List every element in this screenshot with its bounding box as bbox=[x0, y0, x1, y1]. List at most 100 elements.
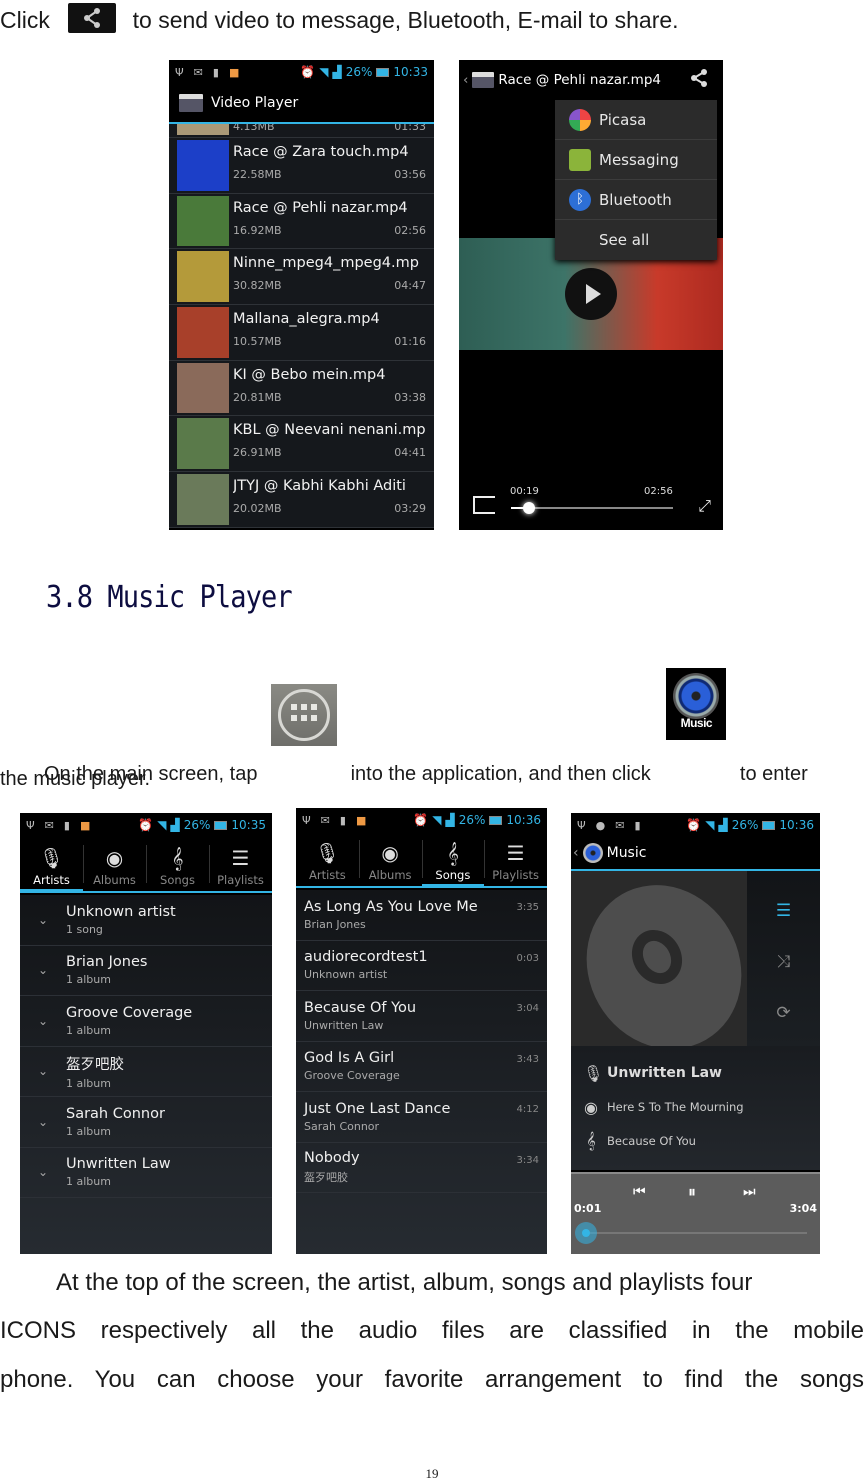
closing-line-1: At the top of the screen, the artist, al… bbox=[56, 1269, 753, 1296]
share-option-picasa[interactable]: Picasa bbox=[555, 100, 717, 140]
sd-icon: ▮ bbox=[63, 818, 70, 832]
shuffle-icon[interactable]: ⤨ bbox=[777, 952, 791, 972]
video-size: 20.02MB bbox=[233, 502, 282, 516]
song-list-item[interactable]: As Long As You Love Me Brian Jones 3:35 bbox=[296, 890, 547, 941]
messaging-icon bbox=[569, 148, 591, 171]
pip-icon[interactable] bbox=[473, 496, 495, 514]
section-heading: 3.8 Music Player bbox=[46, 580, 293, 615]
gallery-icon: ■ bbox=[79, 818, 91, 832]
artist-list-item[interactable]: ⌄ Groove Coverage 1 album bbox=[20, 996, 272, 1047]
tab-playlists[interactable]: ☰ Playlists bbox=[209, 837, 272, 891]
fullscreen-icon[interactable]: ⤢ bbox=[698, 496, 711, 516]
treble-clef-icon: 𝄞 bbox=[446, 841, 459, 865]
intro-click-word: Click bbox=[0, 7, 50, 33]
video-list-item[interactable]: Mallana_alegra.mp4 10.57MB 01:16 bbox=[169, 305, 434, 361]
album-art bbox=[571, 871, 747, 1046]
tab-artists[interactable]: 🎙 Artists bbox=[296, 832, 359, 886]
tab-playlists[interactable]: ☰ Playlists bbox=[484, 832, 547, 886]
chevron-down-icon[interactable]: ⌄ bbox=[20, 1115, 66, 1129]
share-icon[interactable] bbox=[689, 68, 709, 92]
chevron-down-icon[interactable]: ⌄ bbox=[20, 1064, 66, 1078]
back-icon[interactable]: ‹ bbox=[463, 72, 468, 88]
songs-screenshot: Ψ ✉ ▮ ■ ⏰ ◥ ▟ 26% 10:36 🎙 Artists ◉ Albums 𝄞 Songs ☰ P… bbox=[296, 808, 547, 1254]
video-item-partial[interactable]: 4.13MB 01:33 bbox=[169, 124, 434, 138]
tab-artists[interactable]: 🎙 Artists bbox=[20, 837, 83, 893]
repeat-icon[interactable]: ⟳ bbox=[776, 1003, 790, 1023]
chevron-down-icon[interactable]: ⌄ bbox=[20, 1014, 66, 1028]
chevron-down-icon[interactable]: ⌄ bbox=[20, 963, 66, 977]
video-duration: 02:56 bbox=[394, 223, 426, 237]
tab-label: Artists bbox=[308, 868, 346, 882]
mail-icon: ✉ bbox=[615, 818, 625, 832]
video-list-item[interactable]: KI @ Bebo mein.mp4 20.81MB 03:38 bbox=[169, 360, 434, 417]
song-list-item[interactable]: Nobody 盔歹吧胶 3:34 bbox=[296, 1143, 547, 1193]
artist-list-item[interactable]: ⌄ Brian Jones 1 album bbox=[20, 946, 272, 996]
playlist-icon[interactable]: ☰ bbox=[776, 901, 791, 921]
play-button[interactable] bbox=[565, 268, 617, 320]
artist-list-item[interactable]: ⌄ Unknown artist 1 song bbox=[20, 895, 272, 946]
artist-list-item[interactable]: ⌄ Unwritten Law 1 album bbox=[20, 1148, 272, 1198]
share-menu: Picasa Messaging ᛒ Bluetooth See all bbox=[555, 100, 717, 260]
video-share-screenshot: ‹ Race @ Pehli nazar.mp4 Picasa Messagin… bbox=[459, 60, 723, 530]
chevron-down-icon[interactable]: ⌄ bbox=[20, 1165, 66, 1179]
mail-icon: ✉ bbox=[44, 818, 54, 832]
tab-albums[interactable]: ◉ Albums bbox=[358, 832, 422, 886]
tab-songs[interactable]: 𝄞 Songs bbox=[146, 837, 209, 891]
video-size: 30.82MB bbox=[233, 279, 282, 293]
video-size: 16.92MB bbox=[233, 223, 282, 237]
seek-bar[interactable] bbox=[575, 1222, 807, 1244]
share-icon bbox=[68, 2, 117, 33]
pause-icon[interactable]: ⏸ bbox=[688, 1182, 696, 1202]
artist-name: Groove Coverage bbox=[66, 1004, 193, 1021]
song-list-item[interactable]: God Is A Girl Groove Coverage 3:43 bbox=[296, 1042, 547, 1092]
chevron-down-icon[interactable]: ⌄ bbox=[20, 913, 66, 927]
back-icon[interactable]: ‹ bbox=[573, 845, 579, 861]
artist-name: Unwritten Law bbox=[66, 1156, 171, 1173]
video-thumbnail bbox=[177, 418, 229, 470]
tab-albums[interactable]: ◉ Albums bbox=[83, 837, 146, 891]
signal-icon: ▟ bbox=[170, 818, 180, 832]
song-list-item[interactable]: Just One Last Dance Sarah Connor 4:12 bbox=[296, 1092, 547, 1143]
alarm-icon: ⏰ bbox=[300, 65, 316, 79]
microphone-icon: 🎙 bbox=[583, 1063, 604, 1083]
song-list-item[interactable]: audiorecordtest1 Unknown artist 0:03 bbox=[296, 941, 547, 991]
artist-list-item[interactable]: ⌄ Sarah Connor 1 album bbox=[20, 1097, 272, 1148]
video-list-item[interactable]: Ninne_mpeg4_mpeg4.mp 30.82MB 04:47 bbox=[169, 249, 434, 306]
bluetooth-icon: ᛒ bbox=[569, 188, 591, 211]
sd-icon: ▮ bbox=[212, 65, 219, 79]
tab-songs[interactable]: 𝄞 Songs bbox=[421, 832, 485, 888]
video-duration: 03:38 bbox=[394, 390, 426, 404]
share-option-see-all[interactable]: See all bbox=[555, 220, 717, 260]
share-option-messaging[interactable]: Messaging bbox=[555, 140, 717, 180]
video-list-item[interactable]: Race @ Pehli nazar.mp4 16.92MB 02:56 bbox=[169, 193, 434, 250]
video-duration: 04:47 bbox=[394, 279, 426, 293]
video-list-item[interactable]: JTYJ @ Kabhi Kabhi Aditi 20.02MB 03:29 bbox=[169, 472, 434, 528]
artist-list-item[interactable]: ⌄ 盔歹吧胶 1 album bbox=[20, 1047, 272, 1097]
video-player-icon bbox=[179, 94, 203, 112]
video-list-item[interactable]: Race @ Zara touch.mp4 22.58MB 03:56 bbox=[169, 138, 434, 194]
share-option-bluetooth[interactable]: ᛒ Bluetooth bbox=[555, 180, 717, 220]
video-title: JTYJ @ Kabhi Kabhi Aditi bbox=[233, 478, 406, 495]
alarm-icon: ⏰ bbox=[138, 818, 154, 832]
song-duration: 0:03 bbox=[516, 952, 539, 964]
closing-line-3: phone. You can choose your favorite arra… bbox=[0, 1366, 864, 1393]
battery-icon bbox=[762, 820, 776, 830]
artist-count: 1 album bbox=[66, 973, 111, 987]
song-list-item[interactable]: Because Of You Unwritten Law 3:04 bbox=[296, 991, 547, 1042]
seek-thumb[interactable] bbox=[575, 1222, 598, 1244]
video-list-item[interactable]: KBL @ Neevani nenani.mp 26.91MB 04:41 bbox=[169, 416, 434, 473]
seek-bar[interactable] bbox=[511, 502, 673, 514]
treble-clef-icon: 𝄞 bbox=[171, 846, 184, 870]
video-thumbnail bbox=[177, 140, 229, 191]
now-playing-screenshot: Ψ ● ✉ ▮ ⏰ ◥ ▟ 26% 10:36 ‹ Music ☰ ⤨ ⟳ 🎙 Unwritte… bbox=[571, 813, 820, 1254]
status-bar: Ψ ✉ ▮ ■ ⏰ ◥ ▟ 26% 10:33 bbox=[169, 60, 434, 84]
action-bar: ‹ Music bbox=[571, 837, 820, 871]
song-title: God Is A Girl bbox=[304, 1050, 395, 1067]
seek-thumb[interactable] bbox=[522, 502, 535, 514]
next-icon[interactable]: ⏭ bbox=[743, 1184, 756, 1200]
status-bar: Ψ ✉ ▮ ■ ⏰ ◥ ▟ 26% 10:35 bbox=[20, 813, 272, 837]
usb-icon: Ψ bbox=[577, 818, 586, 832]
video-duration: 04:41 bbox=[394, 446, 426, 460]
previous-icon[interactable]: ⏮ bbox=[633, 1184, 646, 1200]
song-duration: 4:12 bbox=[516, 1104, 539, 1115]
